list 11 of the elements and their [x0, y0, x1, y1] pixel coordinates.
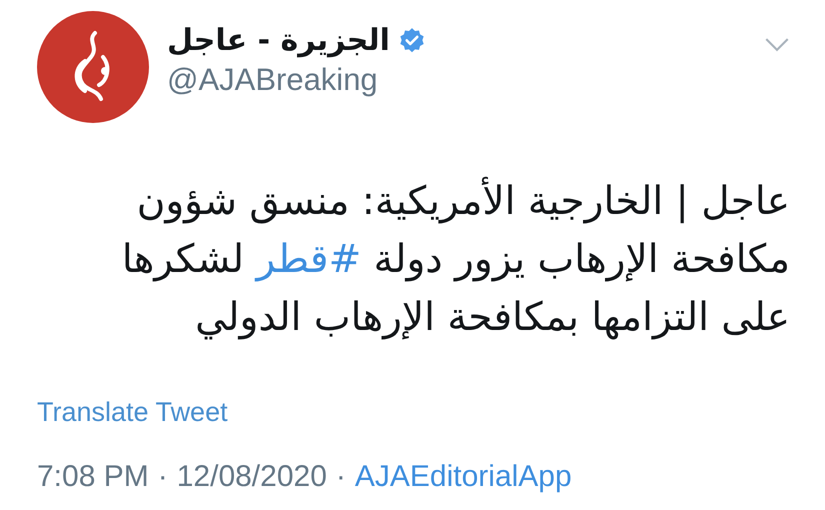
- tweet-time: 7:08 PM: [37, 459, 149, 495]
- source-link[interactable]: AJAEditorialApp: [354, 459, 572, 495]
- account-name[interactable]: الجزيرة - عاجل: [167, 21, 390, 61]
- translate-link[interactable]: Translate Tweet: [37, 395, 228, 429]
- avatar-logo[interactable]: [37, 11, 149, 123]
- account-handle[interactable]: @AJABreaking: [167, 61, 764, 99]
- separator-dot: ·: [336, 459, 346, 495]
- hashtag-link[interactable]: #قطر: [256, 237, 362, 282]
- separator-dot: ·: [158, 459, 168, 495]
- tweet-text: عاجل | الخارجية الأمريكية: منسق شؤون مكافحة الإرهاب يزور دولة #قطر لشكرها على التزامها بمكافحة الإرهاب الدولي: [37, 173, 790, 347]
- tweet-date: 12/08/2020: [176, 459, 327, 495]
